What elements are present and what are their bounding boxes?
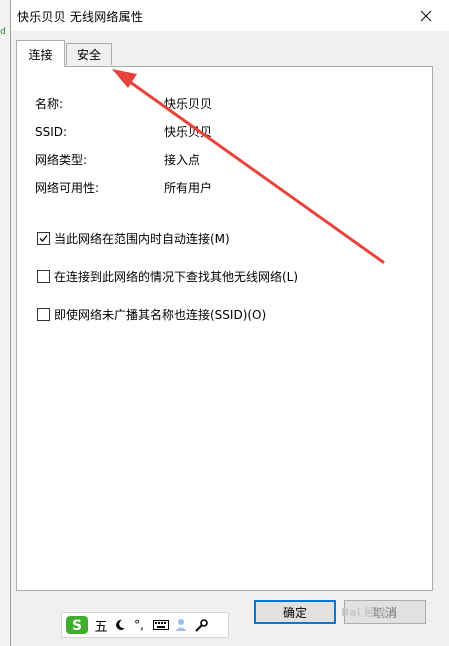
tab-connection[interactable]: 连接 bbox=[16, 40, 65, 67]
property-value: 所有用户 bbox=[164, 181, 213, 195]
svg-text:S: S bbox=[72, 618, 82, 634]
property-label: 网络可用性: bbox=[35, 181, 100, 195]
look-for-other-checkbox[interactable] bbox=[37, 270, 50, 283]
auto-connect-checkbox[interactable] bbox=[37, 232, 50, 245]
punctuation-toggle[interactable]: °, bbox=[130, 616, 148, 634]
connect-hidden-label: 即使网络未广播其名称也连接(SSID)(O) bbox=[54, 308, 267, 322]
wubi-mode-label: 五 bbox=[94, 619, 108, 635]
user-icon bbox=[175, 619, 187, 631]
property-label: 网络类型: bbox=[35, 153, 88, 167]
keyboard-icon bbox=[153, 620, 169, 630]
property-label: 名称: bbox=[35, 97, 64, 111]
window-title: 快乐贝贝 无线网络属性 bbox=[17, 10, 144, 24]
connection-panel: 名称: 快乐贝贝 SSID: 快乐贝贝 网络类型: 接入点 网络可用性: 所有用… bbox=[16, 66, 433, 591]
property-value: 快乐贝贝 bbox=[164, 125, 213, 139]
look-for-other-label: 在连接到此网络的情况下查找其他无线网络(L) bbox=[54, 270, 299, 284]
checkmark-icon bbox=[39, 235, 48, 242]
ok-button-label: 确定 bbox=[282, 605, 307, 620]
ok-button[interactable]: 确定 bbox=[254, 600, 336, 624]
half-width-toggle[interactable] bbox=[112, 616, 128, 634]
wireless-properties-dialog: 快乐贝贝 无线网络属性 连接 安全 名称: 快乐贝贝 SSID: 快乐贝贝 网络… bbox=[10, 0, 449, 646]
user-center-button[interactable] bbox=[172, 616, 190, 634]
sogou-s-icon: S bbox=[66, 616, 88, 634]
property-value: 快乐贝贝 bbox=[164, 97, 213, 111]
punctuation-label: °, bbox=[134, 618, 144, 632]
baidu-watermark: Bai 经验 bbox=[341, 604, 386, 620]
watermark-text: Bai 经验 bbox=[341, 606, 387, 619]
tab-connection-label: 连接 bbox=[28, 47, 53, 62]
wubi-mode-button[interactable]: 五 bbox=[92, 616, 110, 635]
tab-security-label: 安全 bbox=[76, 48, 101, 62]
connect-hidden-checkbox[interactable] bbox=[37, 308, 50, 321]
auto-connect-label: 当此网络在范围内时自动连接(M) bbox=[54, 232, 230, 246]
wrench-icon bbox=[194, 618, 208, 632]
screenshot-stage: d 快乐贝贝 无线网络属性 连接 安全 名称: 快乐贝贝 SSID: 快乐贝贝 … bbox=[0, 0, 449, 646]
sogou-logo-icon[interactable]: S bbox=[65, 616, 89, 634]
soft-keyboard-button[interactable] bbox=[152, 616, 170, 634]
tab-security[interactable]: 安全 bbox=[66, 43, 112, 65]
ime-toolbar: S 五 °, bbox=[61, 612, 229, 638]
background-window-text: d bbox=[0, 27, 6, 37]
title-bar[interactable]: 快乐贝贝 无线网络属性 bbox=[11, 0, 449, 31]
property-label: SSID: bbox=[35, 125, 68, 139]
close-icon bbox=[420, 10, 432, 21]
moon-icon bbox=[116, 619, 125, 630]
close-button[interactable] bbox=[403, 0, 449, 31]
toolbox-button[interactable] bbox=[192, 616, 210, 634]
property-value: 接入点 bbox=[164, 153, 201, 167]
